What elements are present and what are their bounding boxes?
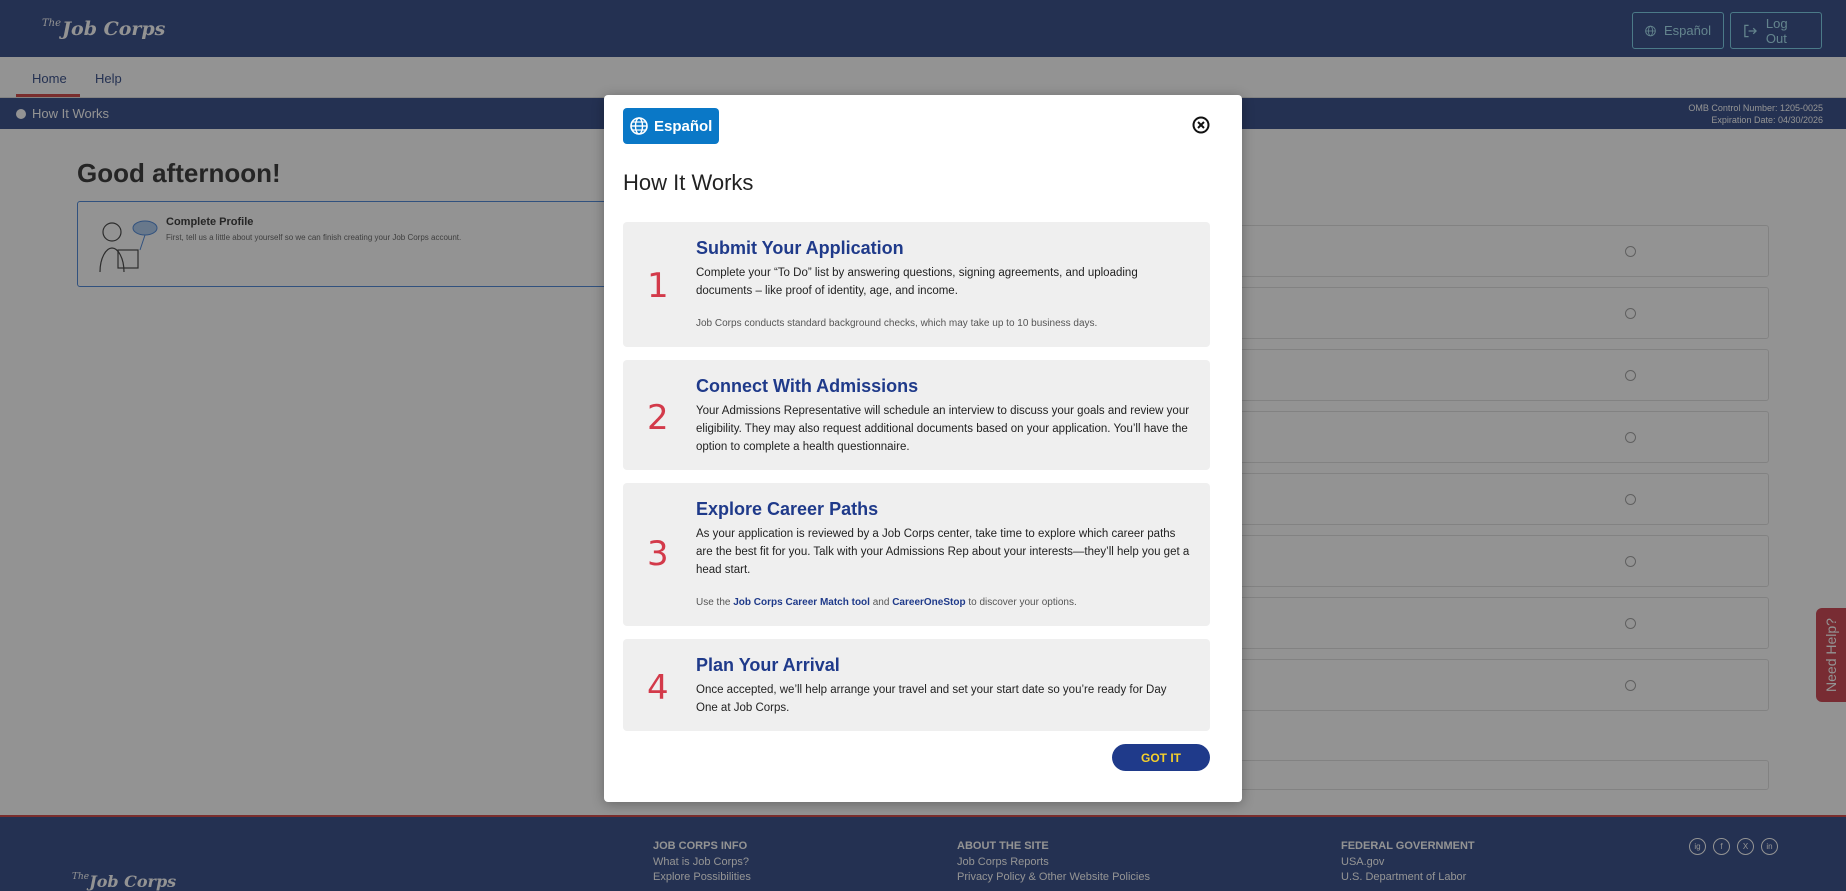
careeronestop-link[interactable]: CareerOneStop <box>892 597 965 608</box>
step-card: 4 Plan Your Arrival Once accepted, we’ll… <box>623 639 1210 731</box>
how-it-works-modal: Español How It Works 1 Submit Your Appli… <box>604 95 1242 802</box>
step-number: 1 <box>647 266 669 306</box>
got-it-button[interactable]: GOT IT <box>1112 744 1210 771</box>
step-title: Submit Your Application <box>696 238 904 258</box>
step-number: 4 <box>647 668 669 708</box>
step-card: 2 Connect With Admissions Your Admission… <box>623 360 1210 470</box>
step-number: 3 <box>647 534 669 574</box>
modal-espanol-button[interactable]: Español <box>623 108 719 144</box>
step-note: Job Corps conducts standard background c… <box>696 318 1098 329</box>
step-body: Once accepted, we’ll help arrange your t… <box>696 684 1167 714</box>
step-card: 3 Explore Career Paths As your applicati… <box>623 483 1210 626</box>
step-body: Your Admissions Representative will sche… <box>696 405 1190 453</box>
step-card: 1 Submit Your Application Complete your … <box>623 222 1210 347</box>
modal-title: How It Works <box>623 170 754 195</box>
step-title: Explore Career Paths <box>696 499 879 519</box>
step-title: Plan Your Arrival <box>696 655 840 675</box>
step-body: Complete your “To Do” list by answering … <box>696 267 1138 297</box>
globe-icon <box>630 117 648 135</box>
close-icon[interactable] <box>1192 116 1210 134</box>
career-match-link[interactable]: Job Corps Career Match tool <box>733 597 870 608</box>
step-number: 2 <box>647 398 669 438</box>
step-title: Connect With Admissions <box>696 376 919 396</box>
step-note: Use the Job Corps Career Match tool and … <box>696 597 1077 608</box>
step-body: As your application is reviewed by a Job… <box>696 528 1190 576</box>
